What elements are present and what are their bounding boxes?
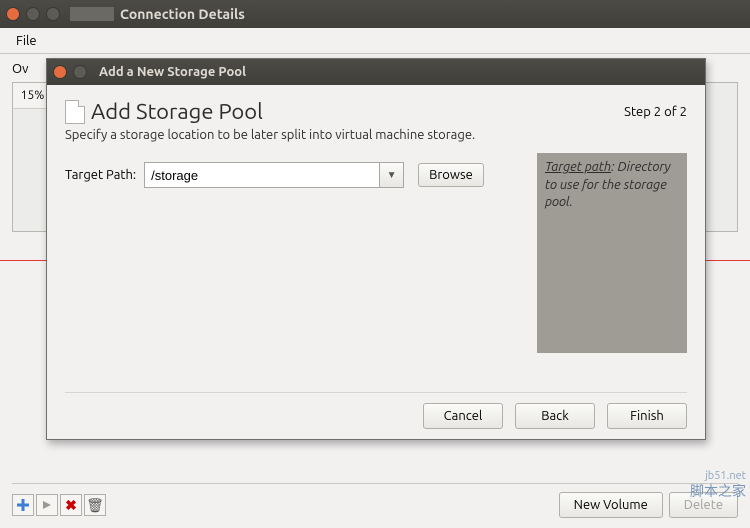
bottom-toolbar: ✖ 🗑 New Volume Delete xyxy=(12,483,738,518)
target-path-combo[interactable]: ▼ xyxy=(144,162,404,188)
back-button[interactable]: Back xyxy=(515,403,595,429)
help-title: Target path xyxy=(545,160,611,174)
target-path-label: Target Path: xyxy=(65,168,136,182)
delete-pool-button[interactable]: 🗑 xyxy=(84,494,106,516)
dialog-window-controls xyxy=(53,65,87,79)
watermark: jb51.net 脚本之家 xyxy=(690,470,746,500)
maximize-icon[interactable] xyxy=(46,7,60,21)
minimize-icon[interactable] xyxy=(73,65,87,79)
dialog-body: Add Storage Pool Specify a storage locat… xyxy=(47,85,705,439)
parent-titlebar: Connection Details xyxy=(0,0,750,28)
play-icon xyxy=(42,500,52,510)
finish-button[interactable]: Finish xyxy=(607,403,687,429)
heading-wrap: Add Storage Pool Specify a storage locat… xyxy=(65,99,475,142)
dialog-titlebar: Add a New Storage Pool xyxy=(47,59,705,85)
new-volume-button[interactable]: New Volume xyxy=(559,492,663,518)
add-pool-button[interactable] xyxy=(12,494,34,516)
dialog-heading: Add Storage Pool xyxy=(65,99,475,124)
close-icon[interactable] xyxy=(53,65,67,79)
dialog-subtitle: Specify a storage location to be later s… xyxy=(65,128,475,142)
dialog-header-row: Add Storage Pool Specify a storage locat… xyxy=(65,99,687,142)
trash-icon: 🗑 xyxy=(86,497,104,514)
dialog-title: Add a New Storage Pool xyxy=(99,65,246,79)
browse-button[interactable]: Browse xyxy=(418,163,484,187)
cancel-button[interactable]: Cancel xyxy=(423,403,503,429)
chevron-down-icon: ▼ xyxy=(387,169,397,181)
menu-file[interactable]: File xyxy=(8,31,45,51)
stop-pool-button[interactable]: ✖ xyxy=(60,494,82,516)
close-icon[interactable] xyxy=(6,7,20,21)
menubar: File xyxy=(0,28,750,54)
window-title: Connection Details xyxy=(120,6,245,22)
add-storage-pool-dialog: Add a New Storage Pool Add Storage Pool … xyxy=(46,58,706,440)
watermark-cn: 脚本之家 xyxy=(690,483,746,500)
dialog-button-row: Cancel Back Finish xyxy=(65,392,687,429)
heading-text: Add Storage Pool xyxy=(91,99,263,124)
x-icon: ✖ xyxy=(65,497,77,514)
plus-icon xyxy=(16,498,30,512)
connection-details-window: Connection Details File Ov 15% ✖ 🗑 New V… xyxy=(0,0,750,528)
document-icon xyxy=(65,100,85,124)
help-panel: Target path: Directory to use for the st… xyxy=(537,153,687,353)
step-indicator: Step 2 of 2 xyxy=(624,105,687,119)
start-pool-button[interactable] xyxy=(36,494,58,516)
hostname-blurred xyxy=(70,7,114,21)
window-controls xyxy=(6,7,60,21)
watermark-url: jb51.net xyxy=(690,470,746,483)
minimize-icon[interactable] xyxy=(26,7,40,21)
combo-dropdown-button[interactable]: ▼ xyxy=(379,163,403,187)
target-path-input[interactable] xyxy=(145,163,379,187)
